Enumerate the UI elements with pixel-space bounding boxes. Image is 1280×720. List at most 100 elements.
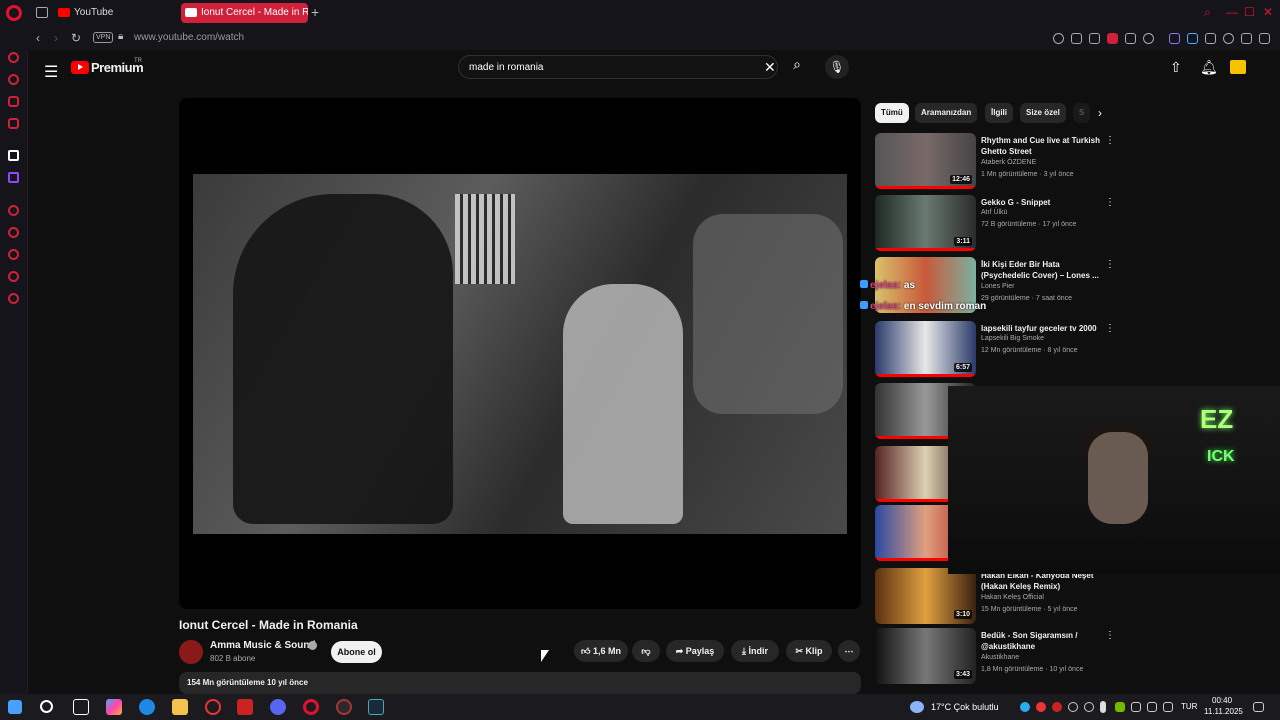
clock-time[interactable]: 00:40 [1212,696,1232,705]
new-tab-button[interactable]: + [311,4,319,20]
minimize-icon[interactable]: — [1226,5,1238,19]
edge-icon[interactable] [139,699,155,715]
tray-icon[interactable] [1163,702,1173,712]
list-item[interactable]: 3:11 Gekko G - Snippet Atıf Ülkü 72 B gö… [875,195,1255,251]
telegram-tray-icon[interactable] [1020,702,1030,712]
search-box[interactable]: made in romania ✕ [458,55,778,79]
snapshot-icon[interactable] [1089,33,1100,44]
tray-icon[interactable] [1147,702,1157,712]
account-icon[interactable] [1223,33,1234,44]
mic-tray-icon[interactable] [1100,701,1106,713]
rec-title[interactable]: lapsekili tayfur geceler tv 2000 [981,323,1106,334]
weather-icon[interactable] [910,701,924,713]
adblock-icon[interactable] [1107,33,1118,44]
search-icon[interactable] [40,700,53,713]
sidebar-flow-icon[interactable] [8,271,19,282]
rec-title[interactable]: Bedük - Son Sigaramsın / @akustikhane [981,630,1106,652]
menu-icon[interactable] [1259,33,1270,44]
rec-title[interactable]: Gekko G - Snippet [981,197,1106,208]
subscribe-button[interactable]: Abone ol [331,641,382,663]
list-item[interactable]: 6:57 lapsekili tayfur geceler tv 2000 La… [875,321,1255,377]
list-item[interactable]: 3:43 Bedük - Son Sigaramsın / @akustikha… [875,628,1255,684]
clip-button[interactable]: ✂ Klip [786,640,832,662]
opera-icon[interactable] [303,699,319,715]
rec-title[interactable]: Rhythm and Cue live at Turkish Ghetto St… [981,135,1106,157]
tray-icon[interactable] [1068,702,1078,712]
chip-next-icon[interactable]: › [1098,106,1102,120]
voicemod-icon[interactable] [237,699,253,715]
sidebar-history-icon[interactable] [8,249,19,260]
url-field[interactable]: www.youtube.com/watch [134,32,244,43]
rec-channel[interactable]: Ataberk ÖZDENE [981,159,1036,166]
thumbnail[interactable]: 6:57 [875,321,976,377]
sidebar-ai-icon[interactable] [8,52,19,63]
chip-from-search[interactable]: Aramanızdan [915,103,978,123]
nvidia-tray-icon[interactable] [1115,702,1125,712]
tab-youtube[interactable]: YouTube [54,3,174,23]
tray-icon[interactable] [1084,702,1094,712]
sidebar-player-icon[interactable] [8,205,19,216]
more-vert-icon[interactable]: ⋮ [1105,135,1115,146]
clear-search-icon[interactable]: ✕ [764,59,776,76]
tray-icon[interactable] [1052,702,1062,712]
sidebar-bag-icon[interactable] [8,74,19,85]
explorer-icon[interactable] [172,699,188,715]
opera-active-icon[interactable] [336,699,352,715]
rec-channel[interactable]: Hakan Keleş Official [981,594,1044,601]
clock-date[interactable]: 11.11.2025 [1204,707,1243,716]
chip-all[interactable]: Tümü [875,103,909,123]
more-vert-icon[interactable]: ⋮ [1105,630,1115,641]
sidebar-feed-icon[interactable] [8,118,19,129]
vpn-badge[interactable]: VPN [93,32,114,43]
voice-search-icon[interactable]: 🎙︎ [825,55,849,79]
back-icon[interactable]: ‹ [36,31,40,45]
description-box[interactable]: 154 Mn görüntüleme 10 yıl önce [179,672,861,694]
notification-center-icon[interactable] [1253,702,1264,712]
search-tabs-icon[interactable]: ⌕ [1204,5,1211,20]
sidebar-app-icon[interactable] [8,150,19,161]
tray-icon[interactable] [1036,702,1046,712]
chip-for-you[interactable]: Size özel [1020,103,1066,123]
language-indicator[interactable]: TUR [1181,702,1197,711]
send-icon[interactable] [1125,33,1136,44]
more-actions-button[interactable]: ⋯ [838,640,860,662]
thumbnail[interactable]: 3:43 [875,628,976,684]
list-item[interactable]: 3:10 Hakan Elkan - Kanyoda Neşet (Hakan … [875,568,1255,624]
download-button[interactable]: ⤓ İndir [731,640,779,662]
sidebar-bookmark-icon[interactable] [8,227,19,238]
thumbnail[interactable]: 3:10 [875,568,976,624]
hamburger-menu-icon[interactable]: ☰ [44,62,58,82]
maximize-icon[interactable]: ☐ [1244,5,1255,19]
rec-title[interactable]: İki Kişi Eder Bir Hata (Psychedelic Cove… [981,259,1106,281]
upload-icon[interactable]: ⇧ [1170,59,1182,76]
thumbnail[interactable]: 3:11 [875,195,976,251]
heart-icon[interactable] [1143,33,1154,44]
youtube-logo-icon[interactable] [71,61,89,74]
reload-icon[interactable]: ↻ [71,31,81,45]
download-icon[interactable] [1241,33,1252,44]
rec-channel[interactable]: Lones Pier [981,283,1014,290]
discord-icon[interactable] [270,699,286,715]
chip-related[interactable]: İlgili [985,103,1013,123]
start-icon[interactable] [8,700,22,714]
opera-gx-icon[interactable] [205,699,221,715]
sidebar-messenger-icon[interactable] [8,96,19,107]
rec-channel[interactable]: Lapsekili Big Smoke [981,335,1044,342]
twitch-icon[interactable] [8,172,19,183]
channel-avatar[interactable] [179,640,203,664]
notifications-icon[interactable]: 🔔︎ [1200,59,1218,76]
share-button[interactable]: ➦ Paylaş [666,640,724,662]
search-button[interactable]: ⌕ [784,56,810,78]
tab-overview-icon[interactable] [36,7,48,18]
more-vert-icon[interactable]: ⋮ [1105,323,1115,334]
like-button[interactable]: 👍︎ 1,6 Mn [574,640,628,662]
avatar[interactable] [1230,60,1246,74]
more-vert-icon[interactable]: ⋮ [1105,259,1115,270]
pin-icon[interactable] [1071,33,1082,44]
more-vert-icon[interactable]: ⋮ [1105,197,1115,208]
task-view-icon[interactable] [73,699,89,715]
steam-icon[interactable] [368,699,384,715]
dislike-button[interactable]: 👎︎ [632,640,660,662]
zoom-icon[interactable] [1053,33,1064,44]
weather-text[interactable]: 17°C Çok bulutlu [931,702,999,712]
